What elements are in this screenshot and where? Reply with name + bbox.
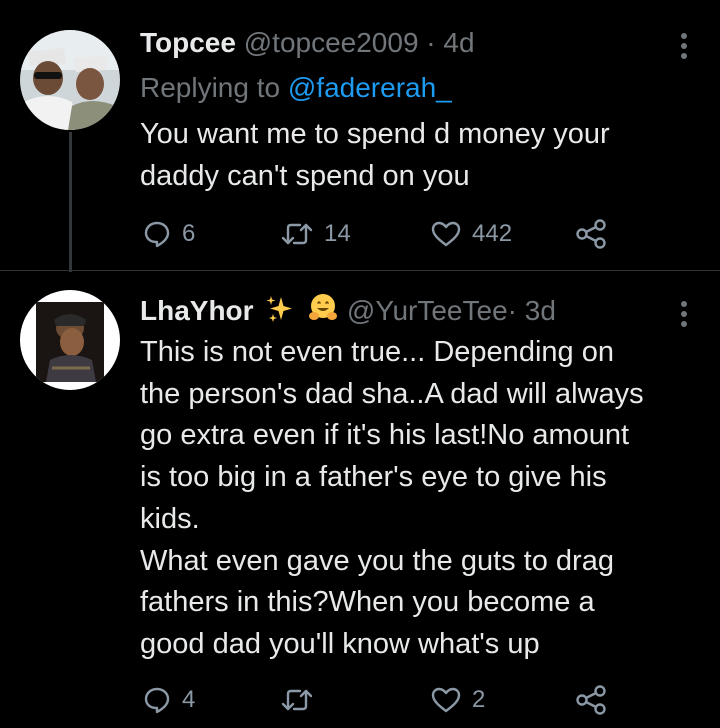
tweet-actions: 4 2 (140, 680, 620, 720)
like-button[interactable]: 2 (430, 680, 485, 720)
tweet-actions: 6 14 442 (140, 214, 620, 254)
hugging-face-icon (307, 292, 339, 332)
tweet-text: This is not even true... Depending on th… (140, 336, 644, 660)
sparkles-icon (265, 294, 295, 332)
replying-to-label: Replying to (140, 72, 281, 103)
heart-icon (431, 221, 461, 247)
avatar[interactable] (20, 30, 120, 130)
tweet-header: Topcee @topcee2009 · 4d (140, 26, 475, 60)
like-count: 2 (472, 686, 486, 713)
more-options-button[interactable] (672, 296, 696, 332)
thread-line (69, 132, 72, 272)
tweet-divider (0, 270, 720, 271)
retweet-count: 14 (324, 220, 351, 247)
display-name[interactable]: LhaYhor (140, 295, 254, 326)
replying-to: Replying to @fadererah_ (140, 70, 452, 106)
timestamp[interactable]: 3d (525, 295, 556, 326)
retweet-button[interactable]: 14 (280, 214, 351, 254)
like-count: 442 (472, 220, 513, 247)
share-icon (576, 685, 606, 715)
retweet-button[interactable] (280, 680, 324, 720)
retweet-icon (281, 689, 313, 711)
tweet-header: LhaYhor @YurTeeTee· 3d (140, 292, 556, 332)
heart-icon (431, 687, 461, 713)
separator-dot: · (507, 295, 517, 326)
like-button[interactable]: 442 (430, 214, 512, 254)
tweet-text: You want me to spend d money your daddy … (140, 118, 610, 192)
avatar[interactable] (20, 290, 120, 390)
user-handle[interactable]: @topcee2009 (244, 27, 419, 58)
reply-count: 6 (182, 220, 196, 247)
more-vertical-icon (681, 33, 687, 59)
mention-link[interactable]: @fadererah_ (288, 72, 452, 103)
timestamp[interactable]: 4d (443, 27, 474, 58)
more-vertical-icon (681, 301, 687, 327)
more-options-button[interactable] (672, 28, 696, 64)
tweet[interactable]: Topcee @topcee2009 · 4d Replying to @fad… (0, 0, 720, 290)
profile-photo-icon (20, 30, 120, 130)
user-handle[interactable]: @YurTeeTee (347, 295, 508, 326)
retweet-icon (281, 223, 313, 245)
profile-photo-icon (20, 290, 120, 390)
reply-count: 4 (182, 686, 196, 713)
display-name[interactable]: Topcee (140, 27, 236, 58)
share-button[interactable] (574, 214, 608, 254)
reply-button[interactable]: 6 (142, 214, 195, 254)
reply-icon (144, 221, 170, 248)
tweet[interactable]: LhaYhor @YurTeeTee· 3d This is not even … (0, 290, 720, 728)
reply-icon (144, 687, 170, 714)
share-icon (576, 219, 606, 249)
separator-dot: · (426, 27, 436, 58)
share-button[interactable] (574, 680, 608, 720)
reply-button[interactable]: 4 (142, 680, 195, 720)
